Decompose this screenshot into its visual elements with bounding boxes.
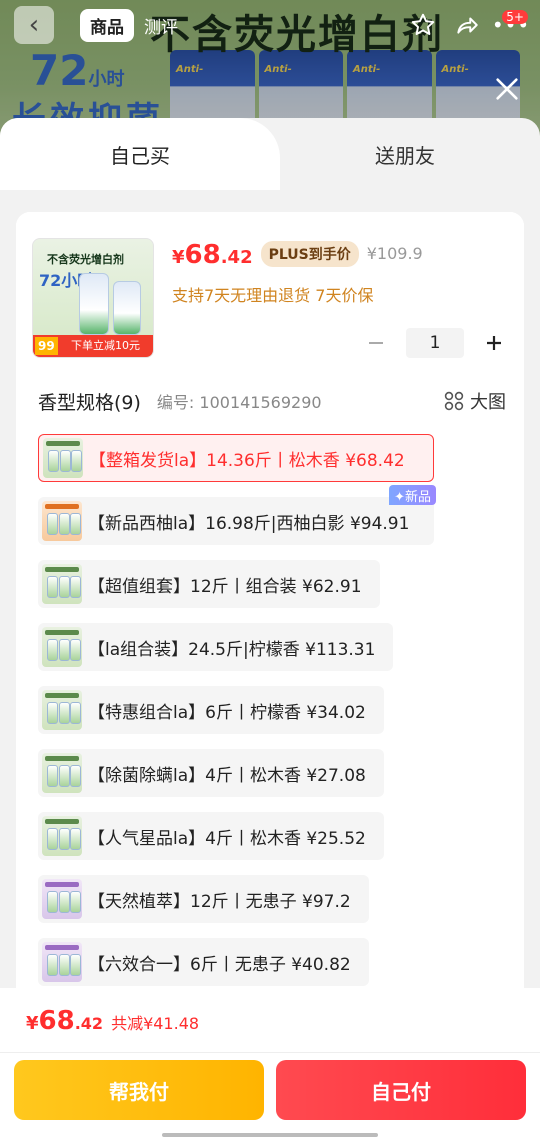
total-price: ¥ 68 .42 共减¥41.48 — [26, 1006, 200, 1036]
option-thumbnail — [42, 942, 82, 982]
option-label: 【整箱发货la】14.36斤丨松木香 ¥68.42 — [89, 450, 405, 471]
spec-option[interactable]: 【超值组套】12斤丨组合装 ¥62.91 — [38, 560, 380, 608]
nav-tabs: 商品 测评 — [80, 7, 188, 43]
product-code: 编号: 100141569290 — [156, 393, 322, 412]
new-badge: ✦新品 — [389, 485, 436, 505]
total-savings: 共减¥41.48 — [111, 1014, 200, 1033]
plus-price-badge: PLUS到手价 — [260, 241, 359, 267]
spec-option[interactable]: 【天然植萃】12斤丨无患子 ¥97.2 — [38, 875, 369, 923]
star-icon — [411, 13, 435, 35]
option-label: 【天然植萃】12斤丨无患子 ¥97.2 — [88, 891, 351, 912]
service-guarantee: 支持7天无理由退货 7天价保 — [172, 286, 374, 305]
share-icon — [457, 17, 478, 34]
divider — [0, 1052, 540, 1053]
increase-quantity-button[interactable] — [482, 331, 506, 355]
option-label: 【六效合一】6斤丨无患子 ¥40.82 — [88, 954, 351, 975]
back-button[interactable]: ‹ — [14, 6, 54, 44]
tab-buy-self[interactable]: 自己买 — [0, 118, 280, 190]
sku-card: 不含荧光增白剂 72小时 99 下单立减10元 ¥68.42 PLUS到手价 ¥… — [16, 212, 524, 1092]
product-thumbnail[interactable]: 不含荧光增白剂 72小时 99 下单立减10元 — [32, 238, 154, 358]
favorite-button[interactable] — [404, 6, 442, 44]
quantity-stepper: 1 — [364, 328, 506, 358]
share-button[interactable] — [448, 6, 486, 44]
option-thumbnail — [43, 438, 83, 478]
grid-icon — [444, 391, 464, 411]
notification-badge: 5+ — [502, 10, 528, 24]
tab-gift-friend[interactable]: 送朋友 — [270, 118, 540, 190]
purchase-tabs: 送朋友 自己买 — [0, 118, 540, 190]
home-indicator[interactable] — [162, 1133, 378, 1137]
close-icon — [496, 78, 518, 100]
current-price: ¥68.42 — [172, 240, 253, 270]
promo-text: 下单立减10元 — [71, 339, 140, 352]
option-label: 【除菌除螨la】4斤丨松木香 ¥27.08 — [88, 765, 366, 786]
price-row: ¥68.42 PLUS到手价 ¥109.9 — [172, 240, 423, 270]
option-thumbnail — [42, 501, 82, 541]
plus-icon — [487, 336, 501, 350]
minus-icon — [369, 342, 383, 344]
checkout-bar: ¥ 68 .42 共减¥41.48 帮我付 自己付 — [0, 988, 540, 1139]
more-button[interactable]: ••• 5+ — [492, 6, 530, 44]
purchase-sheet: 送朋友 自己买 不含荧光增白剂 72小时 99 下单立减10元 ¥68.42 P… — [0, 118, 540, 1139]
option-label: 【la组合装】24.5斤|柠檬香 ¥113.31 — [88, 639, 376, 660]
friend-pay-button[interactable]: 帮我付 — [14, 1060, 264, 1120]
quantity-input[interactable]: 1 — [406, 328, 464, 358]
option-label: 【新品西柚la】16.98斤|西柚白影 ¥94.91 — [88, 513, 410, 534]
nav-actions: ••• 5+ — [404, 6, 530, 44]
option-label: 【特惠组合la】6斤丨柠檬香 ¥34.02 — [88, 702, 366, 723]
option-thumbnail — [42, 879, 82, 919]
option-thumbnail — [42, 627, 82, 667]
option-thumbnail — [42, 690, 82, 730]
spec-option[interactable]: 【新品西柚la】16.98斤|西柚白影 ¥94.91 ✦新品 — [38, 485, 436, 545]
spec-options: 【整箱发货la】14.36斤丨松木香 ¥68.42 【新品西柚la】16.98斤… — [38, 434, 512, 1001]
option-thumbnail — [42, 816, 82, 856]
self-pay-button[interactable]: 自己付 — [276, 1060, 526, 1120]
option-label: 【人气星品la】4斤丨松木香 ¥25.52 — [88, 828, 366, 849]
decrease-quantity-button[interactable] — [364, 331, 388, 355]
big-image-toggle[interactable]: 大图 — [444, 388, 506, 414]
spec-title: 香型规格(9) — [38, 391, 141, 414]
spec-option[interactable]: 【除菌除螨la】4斤丨松木香 ¥27.08 — [38, 749, 384, 797]
promo-badge-99: 99 — [35, 337, 58, 355]
chevron-left-icon: ‹ — [28, 10, 40, 40]
option-thumbnail — [42, 564, 82, 604]
spec-option[interactable]: 【特惠组合la】6斤丨柠檬香 ¥34.02 — [38, 686, 384, 734]
close-sheet-button[interactable] — [490, 72, 524, 106]
spec-option[interactable]: 【人气星品la】4斤丨松木香 ¥25.52 — [38, 812, 384, 860]
spec-option[interactable]: 【六效合一】6斤丨无患子 ¥40.82 — [38, 938, 369, 986]
original-price: ¥109.9 — [366, 244, 423, 263]
spec-option[interactable]: 【la组合装】24.5斤|柠檬香 ¥113.31 — [38, 623, 394, 671]
spec-option[interactable]: 【整箱发货la】14.36斤丨松木香 ¥68.42 — [38, 434, 434, 482]
spec-header: 香型规格(9) 编号: 100141569290 大图 — [38, 386, 506, 416]
option-thumbnail — [42, 753, 82, 793]
tab-product[interactable]: 商品 — [80, 8, 134, 42]
option-label: 【超值组套】12斤丨组合装 ¥62.91 — [88, 576, 362, 597]
top-nav: ‹ 商品 测评 ••• 5+ — [0, 0, 540, 50]
tab-review[interactable]: 测评 — [134, 9, 188, 42]
